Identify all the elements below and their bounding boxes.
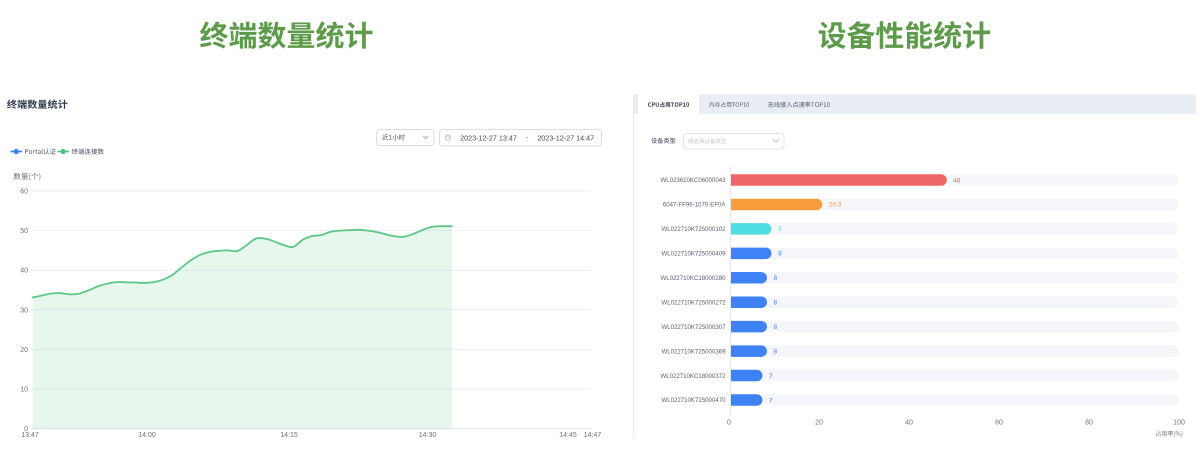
- svg-text:60: 60: [20, 189, 28, 196]
- svg-text:60: 60: [995, 420, 1003, 427]
- svg-text:20.3: 20.3: [829, 202, 842, 209]
- svg-text:6047-FF96-1070-EF0A: 6047-FF96-1070-EF0A: [663, 202, 727, 209]
- svg-text:14:15: 14:15: [280, 432, 298, 439]
- svg-text:14:45: 14:45: [559, 432, 577, 439]
- svg-text:40: 40: [905, 420, 913, 427]
- svg-text:WL022710K725000307: WL022710K725000307: [661, 324, 726, 331]
- svg-text:20: 20: [815, 420, 823, 427]
- svg-text:20: 20: [20, 347, 28, 354]
- svg-text:WL022710KC18000372: WL022710KC18000372: [660, 373, 726, 380]
- svg-text:WL022710K725000102: WL022710K725000102: [661, 226, 726, 233]
- svg-text:8: 8: [774, 348, 778, 355]
- svg-text:WL023610KC06000043: WL023610KC06000043: [660, 177, 726, 184]
- svg-text:8: 8: [774, 300, 778, 307]
- svg-text:100: 100: [1173, 420, 1185, 427]
- svg-text:0: 0: [727, 420, 731, 427]
- svg-text:WL022710KC18000280: WL022710KC18000280: [660, 275, 726, 282]
- svg-text:8: 8: [774, 275, 778, 282]
- svg-text:2023-12-27 14:47: 2023-12-27 14:47: [537, 133, 594, 142]
- svg-text:14:30: 14:30: [419, 432, 437, 439]
- svg-text:9: 9: [778, 226, 782, 233]
- svg-text:2023-12-27 13:47: 2023-12-27 13:47: [460, 133, 517, 142]
- svg-text:50: 50: [20, 228, 28, 235]
- svg-text:13:47: 13:47: [21, 432, 39, 439]
- svg-text:WL022710K725000272: WL022710K725000272: [661, 299, 726, 306]
- svg-text:8: 8: [774, 324, 778, 331]
- svg-text:40: 40: [20, 268, 28, 275]
- svg-text:WL022710K725000470: WL022710K725000470: [661, 397, 726, 404]
- svg-text:WL022710K725000409: WL022710K725000409: [661, 251, 726, 258]
- svg-text:7: 7: [769, 397, 773, 404]
- svg-text:14:47: 14:47: [584, 432, 602, 439]
- svg-text:7: 7: [769, 373, 773, 380]
- svg-text:9: 9: [778, 251, 782, 258]
- svg-text:48: 48: [953, 177, 961, 184]
- svg-text:30: 30: [20, 307, 28, 314]
- svg-text:10: 10: [20, 387, 28, 394]
- svg-text:80: 80: [1085, 420, 1093, 427]
- svg-text:WL022710K725000369: WL022710K725000369: [661, 348, 726, 355]
- svg-text:14:00: 14:00: [138, 432, 156, 439]
